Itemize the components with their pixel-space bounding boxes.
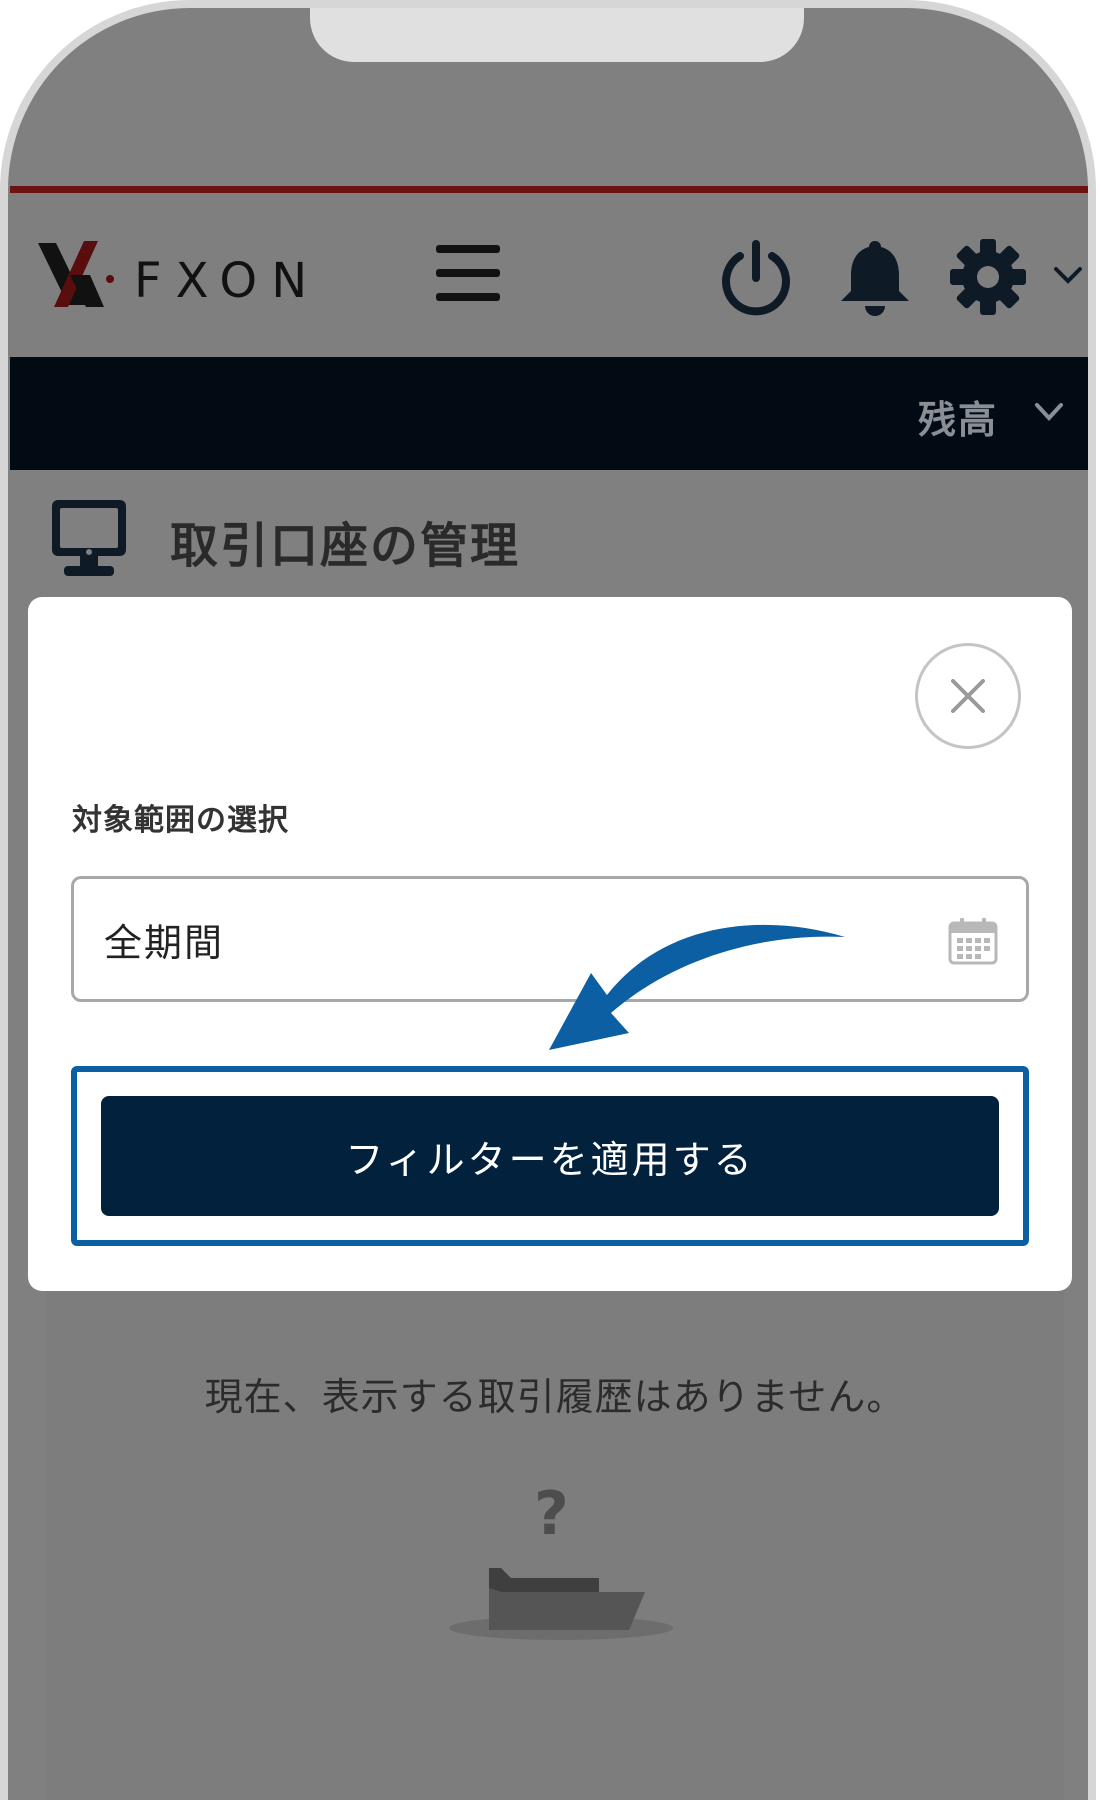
balance-label: 残高 bbox=[917, 398, 998, 442]
bell-icon[interactable] bbox=[833, 235, 917, 319]
app-header: FXON bbox=[10, 193, 1088, 357]
balance-bar[interactable]: 残高 bbox=[10, 357, 1088, 470]
settings-chevron-down-icon[interactable] bbox=[1052, 263, 1084, 287]
apply-button-highlight: フィルターを適用する bbox=[71, 1066, 1029, 1246]
header-accent-line bbox=[10, 186, 1088, 193]
empty-history-message: 現在、表示する取引履歴はありません。 bbox=[204, 1375, 906, 1419]
apply-filter-button[interactable]: フィルターを適用する bbox=[101, 1096, 999, 1216]
power-icon[interactable] bbox=[716, 238, 796, 318]
hamburger-menu-icon[interactable] bbox=[434, 241, 504, 305]
folder-question-icon: ? bbox=[449, 1479, 673, 1640]
close-button[interactable] bbox=[915, 643, 1021, 749]
monitor-icon bbox=[52, 500, 126, 576]
gear-icon[interactable] bbox=[948, 237, 1028, 317]
close-icon bbox=[951, 679, 985, 713]
svg-text:?: ? bbox=[534, 1479, 569, 1549]
fxon-logo[interactable]: FXON bbox=[34, 235, 374, 315]
curved-arrow-icon bbox=[549, 924, 845, 1050]
date-range-label: 対象範囲の選択 bbox=[72, 803, 289, 838]
date-range-value: 全期間 bbox=[104, 920, 225, 965]
history-content-area: 現在、表示する取引履歴はありません。 ? bbox=[46, 1238, 1064, 1800]
chevron-down-icon[interactable] bbox=[1034, 401, 1064, 423]
logo-text: FXON bbox=[134, 253, 321, 309]
phone-notch bbox=[310, 8, 804, 62]
page-title: 取引口座の管理 bbox=[170, 518, 521, 574]
calendar-icon[interactable] bbox=[948, 917, 998, 965]
page-title-row: 取引口座の管理 bbox=[10, 470, 1088, 610]
